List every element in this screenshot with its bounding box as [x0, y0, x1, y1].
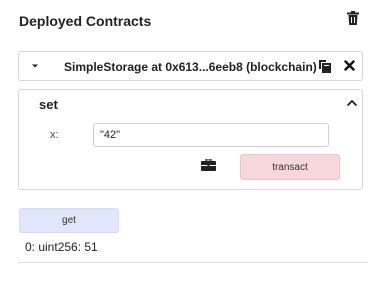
divider: [18, 262, 368, 263]
panel-title: Deployed Contracts: [19, 13, 152, 29]
contract-instance-name: SimpleStorage at 0x613...6eeb8 (blockcha…: [64, 60, 317, 74]
briefcase-icon[interactable]: [201, 159, 216, 171]
transact-button[interactable]: transact: [240, 154, 340, 180]
param-label: x:: [50, 129, 59, 141]
call-result: 0: uint256: 51: [25, 240, 98, 254]
get-button[interactable]: get: [19, 208, 119, 233]
caret-down-icon[interactable]: [30, 61, 40, 71]
close-icon[interactable]: [344, 60, 355, 71]
contract-instance: SimpleStorage at 0x613...6eeb8 (blockcha…: [18, 51, 363, 81]
param-input[interactable]: [93, 123, 329, 147]
copy-icon[interactable]: [319, 59, 331, 73]
trash-icon[interactable]: [347, 11, 359, 25]
chevron-up-icon[interactable]: [346, 99, 358, 107]
set-function-panel: set x: transact: [18, 89, 363, 190]
function-name: set: [39, 97, 58, 112]
